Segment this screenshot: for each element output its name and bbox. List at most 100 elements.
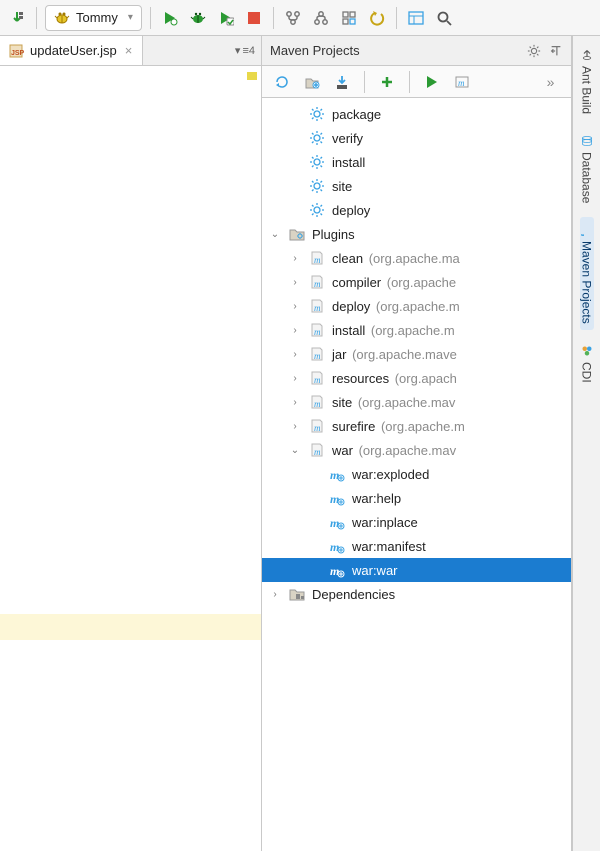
run-coverage-button[interactable] bbox=[215, 7, 237, 29]
tree-node-label: site (org.apache.mav bbox=[332, 395, 455, 410]
lifecycle-phase[interactable]: verify bbox=[262, 126, 571, 150]
tree-twisty-icon[interactable]: › bbox=[288, 421, 302, 432]
project-structure-icon[interactable] bbox=[338, 7, 360, 29]
tree-node-label: Plugins bbox=[312, 227, 355, 242]
maven-goal-icon: m bbox=[328, 561, 346, 579]
add-project-icon[interactable] bbox=[302, 72, 322, 92]
editor-canvas[interactable] bbox=[0, 66, 261, 851]
lifecycle-phase[interactable]: site bbox=[262, 174, 571, 198]
svg-text:m: m bbox=[314, 255, 321, 265]
panel-title: Maven Projects bbox=[270, 43, 360, 58]
tab-overflow-button[interactable]: ▾≡4 bbox=[229, 44, 261, 57]
download-sources-icon[interactable] bbox=[332, 72, 352, 92]
tree-twisty-icon[interactable]: › bbox=[288, 325, 302, 336]
editor-tab-bar: JSP updateUser.jsp × ▾≡4 bbox=[0, 36, 261, 66]
dependencies-folder-icon bbox=[288, 585, 306, 603]
execute-maven-icon[interactable]: m bbox=[452, 72, 472, 92]
maven-goal-icon: m bbox=[328, 465, 346, 483]
tree-node-label: war:help bbox=[352, 491, 401, 506]
svg-text:m: m bbox=[314, 423, 321, 433]
plugin-item-war[interactable]: ⌄mwar (org.apache.mav bbox=[262, 438, 571, 462]
debug-button[interactable] bbox=[187, 7, 209, 29]
add-icon[interactable] bbox=[377, 72, 397, 92]
plugin-item[interactable]: ›minstall (org.apache.m bbox=[262, 318, 571, 342]
right-bar-tab-label: Ant Build bbox=[580, 66, 594, 114]
plugin-goal[interactable]: mwar:exploded bbox=[262, 462, 571, 486]
lifecycle-phase-icon bbox=[308, 201, 326, 219]
right-bar-tab[interactable]: CDI bbox=[580, 338, 594, 389]
plugin-item[interactable]: ›msite (org.apache.mav bbox=[262, 390, 571, 414]
tree-twisty-icon[interactable]: › bbox=[288, 349, 302, 360]
tree-twisty-icon[interactable]: › bbox=[288, 397, 302, 408]
lifecycle-phase-icon bbox=[308, 129, 326, 147]
panel-hide-icon[interactable] bbox=[549, 44, 563, 58]
tree-twisty-icon[interactable]: › bbox=[288, 277, 302, 288]
panel-toolbar: m » bbox=[262, 66, 571, 98]
plugin-goal[interactable]: m war:war bbox=[262, 558, 571, 582]
tree-twisty-icon[interactable]: › bbox=[288, 253, 302, 264]
editor-tab[interactable]: JSP updateUser.jsp × bbox=[0, 36, 143, 65]
right-bar-tab-icon: m bbox=[580, 223, 594, 237]
run-config-selector[interactable]: Tommy ▾ bbox=[45, 5, 142, 31]
vcs-branch-icon[interactable] bbox=[282, 7, 304, 29]
plugin-item[interactable]: ›msurefire (org.apache.m bbox=[262, 414, 571, 438]
panel-toolbar-overflow[interactable]: » bbox=[541, 72, 561, 92]
right-bar-tab[interactable]: mMaven Projects bbox=[580, 217, 594, 330]
panel-settings-icon[interactable] bbox=[527, 44, 541, 58]
refresh-icon[interactable] bbox=[272, 72, 292, 92]
svg-text:m: m bbox=[314, 351, 321, 361]
stop-button[interactable] bbox=[243, 7, 265, 29]
plugin-item[interactable]: › m deploy (org.apache.m bbox=[262, 294, 571, 318]
tree-node-label: site bbox=[332, 179, 352, 194]
editor-area: JSP updateUser.jsp × ▾≡4 bbox=[0, 36, 262, 851]
right-bar-tab-icon bbox=[580, 134, 594, 148]
editor-tab-label: updateUser.jsp bbox=[30, 43, 117, 58]
plugin-item[interactable]: ›mresources (org.apach bbox=[262, 366, 571, 390]
tree-twisty-icon[interactable]: › bbox=[268, 589, 282, 600]
tree-twisty-icon[interactable]: › bbox=[288, 301, 302, 312]
plugin-item[interactable]: › m clean (org.apache.ma bbox=[262, 246, 571, 270]
svg-text:m: m bbox=[330, 516, 339, 530]
run-button[interactable] bbox=[159, 7, 181, 29]
run-arrow-down-icon[interactable] bbox=[6, 7, 28, 29]
panel-header: Maven Projects bbox=[262, 36, 571, 66]
tree-twisty-icon[interactable]: ⌄ bbox=[268, 229, 282, 240]
svg-text:JSP: JSP bbox=[11, 50, 24, 57]
plugin-item[interactable]: ›mcompiler (org.apache bbox=[262, 270, 571, 294]
right-bar-tab[interactable]: Ant Build bbox=[580, 42, 594, 120]
plugin-goal[interactable]: mwar:manifest bbox=[262, 534, 571, 558]
plugin-item[interactable]: ›mjar (org.apache.mave bbox=[262, 342, 571, 366]
lifecycle-phase-icon bbox=[308, 177, 326, 195]
maven-plugin-icon: m bbox=[308, 297, 326, 315]
svg-text:m: m bbox=[314, 327, 321, 337]
tree-twisty-icon[interactable]: ⌄ bbox=[288, 445, 302, 456]
layout-icon[interactable] bbox=[405, 7, 427, 29]
plugin-goal[interactable]: m war:help bbox=[262, 486, 571, 510]
plugin-goal[interactable]: mwar:inplace bbox=[262, 510, 571, 534]
right-bar-tab[interactable]: Database bbox=[580, 128, 594, 209]
close-tab-icon[interactable]: × bbox=[123, 43, 135, 58]
plugins-folder[interactable]: ⌄ Plugins bbox=[262, 222, 571, 246]
tree-node-label: deploy (org.apache.m bbox=[332, 299, 460, 314]
svg-text:m: m bbox=[330, 468, 339, 482]
search-icon[interactable] bbox=[433, 7, 455, 29]
tree-twisty-icon[interactable]: › bbox=[288, 373, 302, 384]
maven-tree[interactable]: packageverifyinstallsitedeploy⌄Plugins›m… bbox=[262, 98, 571, 851]
undo-icon[interactable] bbox=[366, 7, 388, 29]
svg-text:m: m bbox=[330, 492, 339, 506]
right-bar-tab-label: CDI bbox=[580, 362, 594, 383]
dependencies-folder[interactable]: ›Dependencies bbox=[262, 582, 571, 606]
run-goal-icon[interactable] bbox=[422, 72, 442, 92]
maven-goal-icon: m bbox=[328, 513, 346, 531]
tree-node-label: clean (org.apache.ma bbox=[332, 251, 460, 266]
lifecycle-phase[interactable]: package bbox=[262, 102, 571, 126]
lifecycle-phase[interactable]: deploy bbox=[262, 198, 571, 222]
vcs-branch2-icon[interactable] bbox=[310, 7, 332, 29]
tree-node-label: war (org.apache.mav bbox=[332, 443, 456, 458]
tree-node-label: resources (org.apach bbox=[332, 371, 457, 386]
lifecycle-phase[interactable]: install bbox=[262, 150, 571, 174]
tree-node-label: package bbox=[332, 107, 381, 122]
tree-node-label: deploy bbox=[332, 203, 370, 218]
tree-node-label: war:war bbox=[352, 563, 398, 578]
maven-plugin-icon: m bbox=[308, 417, 326, 435]
